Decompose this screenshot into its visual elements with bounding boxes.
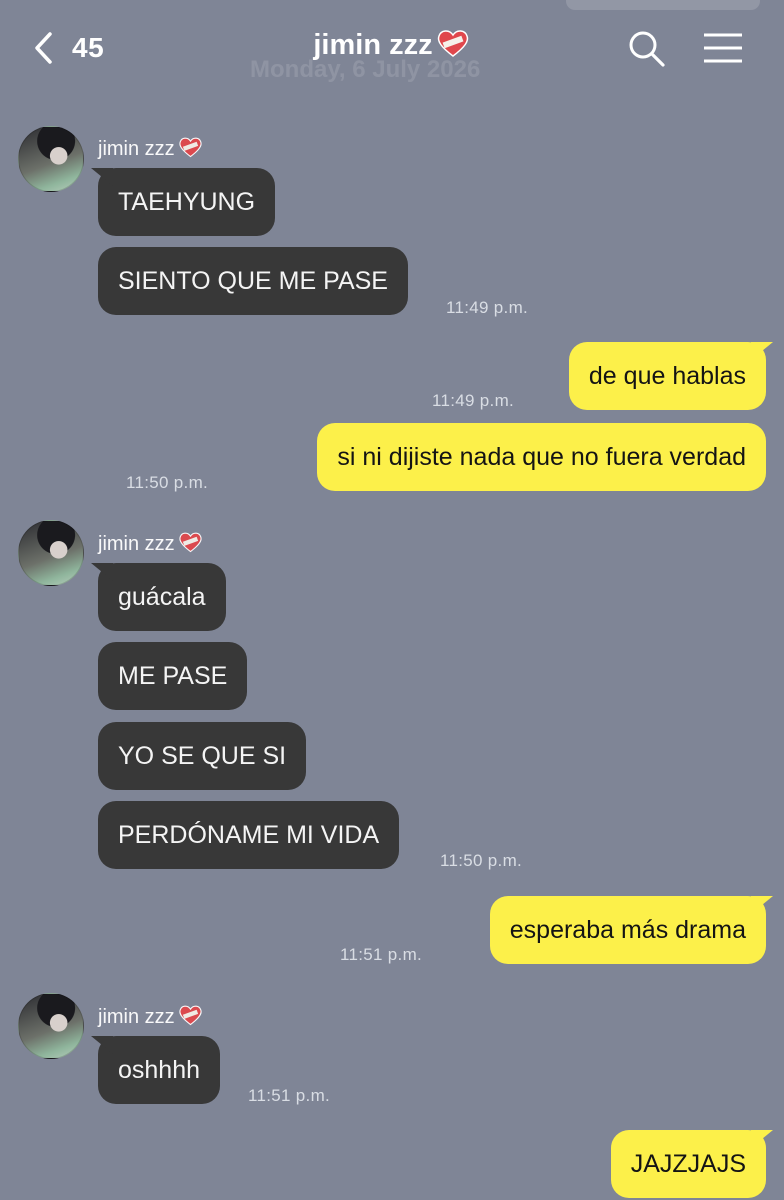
- search-icon[interactable]: [626, 28, 666, 68]
- message-bubble-outgoing[interactable]: esperaba más drama: [489, 896, 766, 964]
- message-timestamp: 11:51 p.m.: [248, 1086, 331, 1105]
- message-timestamp: 11:50 p.m.: [126, 473, 209, 492]
- sender-name: jimin zzz: [98, 531, 204, 556]
- chat-header: Monday, 6 July 2026 45 jimin zzz: [0, 0, 784, 100]
- sender-name: jimin zzz: [98, 136, 204, 161]
- sender-name-text: jimin zzz: [98, 1006, 175, 1028]
- message-bubble-incoming[interactable]: PERDÓNAME MI VIDA: [98, 801, 400, 869]
- chat-title[interactable]: jimin zzz: [0, 28, 784, 62]
- mending-heart-icon: [179, 532, 202, 553]
- message-bubble-incoming[interactable]: guácala: [98, 563, 226, 631]
- mending-heart-icon: [437, 30, 468, 57]
- mending-heart-icon: [179, 137, 202, 158]
- avatar[interactable]: [18, 126, 84, 192]
- message-bubble-incoming[interactable]: TAEHYUNG: [98, 168, 276, 236]
- sender-name-text: jimin zzz: [98, 533, 175, 555]
- message-bubble-outgoing[interactable]: JAJZJAJS: [610, 1130, 766, 1198]
- message-bubble-incoming[interactable]: SIENTO QUE ME PASE: [98, 247, 408, 315]
- avatar[interactable]: [18, 520, 84, 586]
- notification-remnant: [566, 0, 760, 10]
- menu-icon[interactable]: [702, 28, 744, 68]
- message-bubble-incoming[interactable]: ME PASE: [98, 642, 248, 710]
- message-bubble-incoming[interactable]: oshhhh: [98, 1036, 221, 1104]
- message-bubble-outgoing[interactable]: de que hablas: [568, 342, 766, 410]
- message-timestamp: 11:50 p.m.: [440, 851, 523, 870]
- sender-name-text: jimin zzz: [98, 138, 175, 160]
- message-timestamp: 11:49 p.m.: [446, 298, 529, 317]
- message-bubble-outgoing[interactable]: si ni dijiste nada que no fuera verdad: [317, 423, 766, 491]
- mending-heart-icon: [179, 1005, 202, 1026]
- message-timestamp: 11:49 p.m.: [432, 391, 515, 410]
- sender-name: jimin zzz: [98, 1004, 204, 1029]
- message-bubble-incoming[interactable]: YO SE QUE SI: [98, 722, 307, 790]
- chat-title-text: jimin zzz: [313, 29, 433, 61]
- avatar[interactable]: [18, 993, 84, 1059]
- message-timestamp: 11:51 p.m.: [340, 945, 423, 964]
